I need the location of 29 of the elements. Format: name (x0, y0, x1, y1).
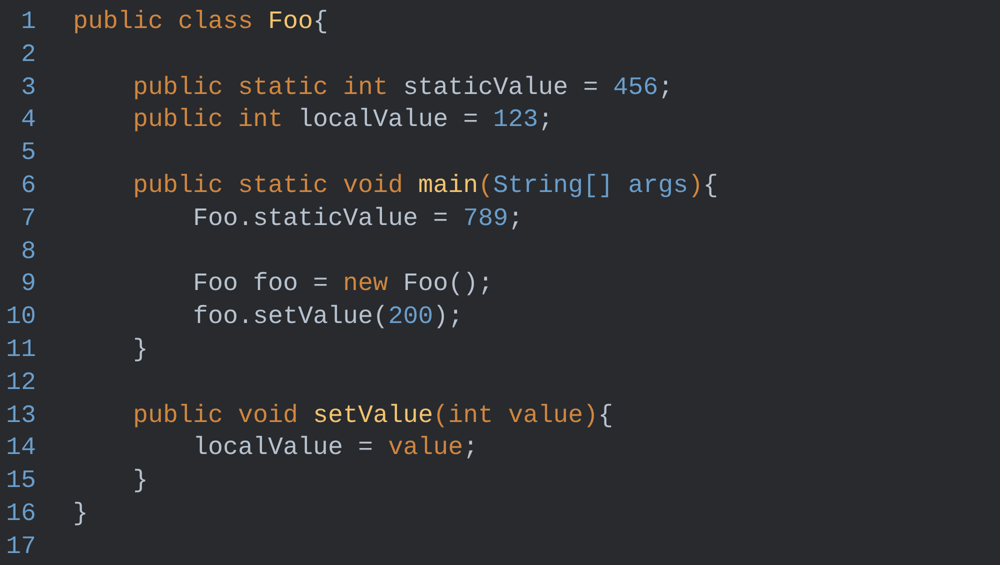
code-line: Foo foo = new Foo(); (192, 269, 494, 298)
line-number: 13 (6, 400, 36, 432)
line-number: 4 (20, 104, 36, 136)
code-line: } (132, 334, 148, 364)
line-number: 11 (6, 334, 36, 366)
line-number: 17 (6, 530, 36, 563)
line-number: 2 (20, 38, 36, 71)
line-number: 5 (20, 137, 36, 170)
code-line: } (132, 466, 148, 496)
line-number: 1 (20, 6, 36, 38)
code-line: public static int staticValue = 456; (132, 72, 674, 102)
code-line: public void setValue(int value){ (132, 400, 614, 430)
code-line: Foo.staticValue = 789; (192, 204, 524, 233)
code-line: public static void main(String[] args){ (132, 170, 718, 200)
code-line: localValue = value; (192, 433, 478, 462)
code-line: public class Foo{ (73, 7, 328, 36)
line-number: 15 (6, 465, 36, 498)
code-line: public int localValue = 123; (132, 105, 554, 134)
code-line: foo.setValue(200); (192, 302, 464, 332)
line-number: 14 (6, 432, 36, 464)
line-number: 8 (20, 236, 36, 268)
line-number: 12 (6, 366, 36, 399)
line-number: 16 (6, 498, 36, 530)
code-line: } (73, 498, 88, 528)
line-number: 9 (20, 268, 36, 300)
line-number: 7 (20, 202, 36, 235)
line-number: 10 (6, 301, 36, 334)
line-number: 6 (20, 170, 36, 202)
line-number: 3 (20, 72, 36, 104)
